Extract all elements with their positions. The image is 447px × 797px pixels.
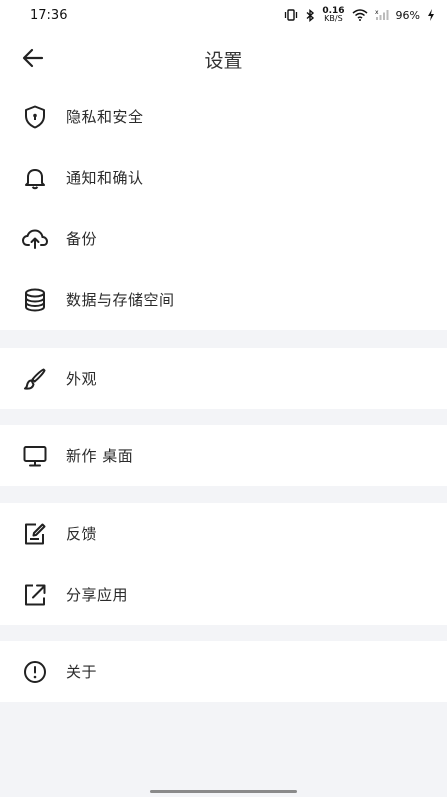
bell-icon — [21, 164, 49, 192]
network-speed: 0.16 KB/S — [322, 7, 344, 23]
setting-label: 新作 桌面 — [66, 447, 134, 465]
setting-appearance[interactable]: 外观 — [0, 348, 447, 409]
app-bar: 设置 — [0, 30, 447, 86]
status-icons: 0.16 KB/S x 96% — [284, 7, 435, 23]
setting-label: 反馈 — [66, 525, 98, 543]
setting-label: 数据与存储空间 — [66, 291, 175, 309]
setting-label: 通知和确认 — [66, 169, 144, 187]
setting-notifications[interactable]: 通知和确认 — [0, 147, 447, 208]
wifi-icon — [352, 9, 368, 21]
shield-icon — [21, 103, 49, 131]
charging-icon — [428, 9, 434, 21]
status-time: 17:36 — [30, 7, 68, 23]
status-bar: 17:36 0.16 KB/S x 96% — [0, 0, 447, 30]
info-icon — [21, 658, 49, 686]
setting-data-storage[interactable]: 数据与存储空间 — [0, 269, 447, 330]
brush-icon — [21, 365, 49, 393]
svg-text:x: x — [375, 9, 379, 16]
settings-group-appearance: 外观 — [0, 348, 447, 409]
settings-group-desktop: 新作 桌面 — [0, 425, 447, 486]
setting-feedback[interactable]: 反馈 — [0, 503, 447, 564]
share-icon — [21, 581, 49, 609]
setting-label: 关于 — [66, 663, 98, 681]
setting-about[interactable]: 关于 — [0, 641, 447, 702]
settings-group-feedback: 反馈 分享应用 — [0, 503, 447, 625]
setting-label: 分享应用 — [66, 586, 129, 604]
settings-group-general: 隐私和安全 通知和确认 备份 数据与存储空间 — [0, 86, 447, 330]
page-title: 设置 — [204, 50, 243, 72]
edit-icon — [21, 520, 49, 548]
monitor-icon — [21, 442, 49, 470]
setting-label: 隐私和安全 — [66, 108, 144, 126]
signal-icon: x — [375, 9, 389, 20]
home-indicator[interactable] — [150, 790, 297, 793]
setting-label: 备份 — [66, 230, 98, 248]
setting-desktop[interactable]: 新作 桌面 — [0, 425, 447, 486]
database-icon — [21, 286, 49, 314]
vibrate-icon — [285, 9, 298, 21]
bluetooth-icon — [306, 8, 315, 22]
battery-level: 96% — [395, 8, 420, 22]
cloud-upload-icon — [21, 225, 49, 253]
settings-group-about: 关于 — [0, 641, 447, 702]
setting-label: 外观 — [66, 370, 98, 388]
net-speed-unit: KB/S — [324, 14, 343, 23]
setting-backup[interactable]: 备份 — [0, 208, 447, 269]
setting-privacy-security[interactable]: 隐私和安全 — [0, 86, 447, 147]
setting-share-app[interactable]: 分享应用 — [0, 564, 447, 625]
